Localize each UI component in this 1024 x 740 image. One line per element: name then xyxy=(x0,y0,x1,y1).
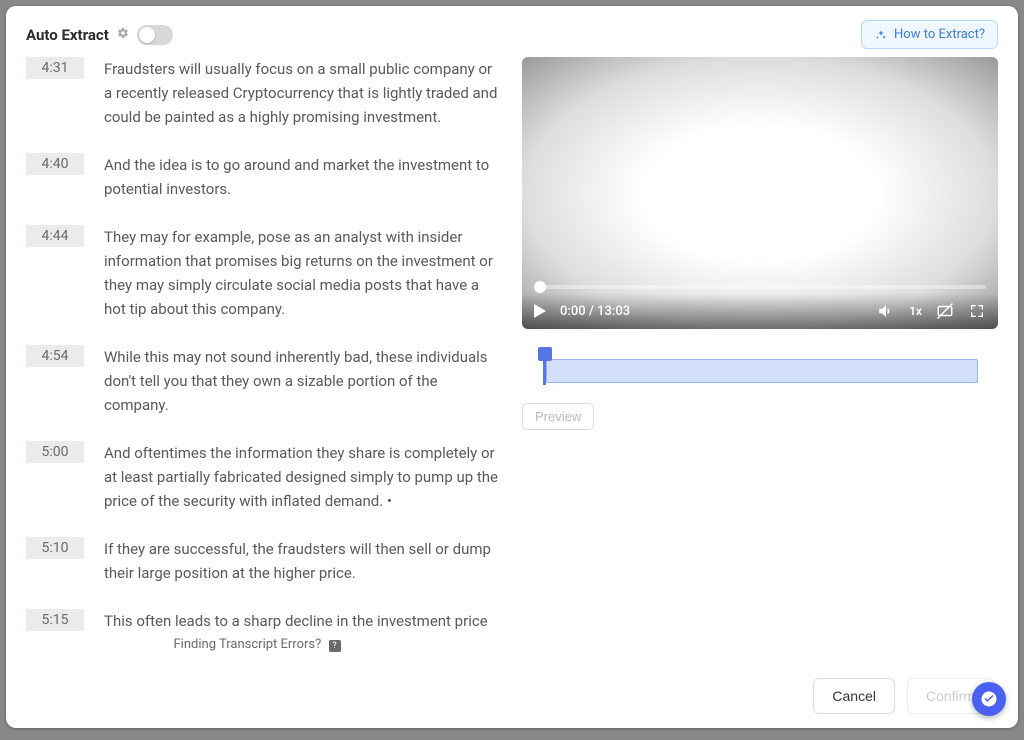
transcript-row: 4:44 They may for example, pose as an an… xyxy=(26,225,498,321)
play-button[interactable] xyxy=(534,304,546,318)
timestamp[interactable]: 5:00 xyxy=(26,441,84,463)
transcript-errors-link[interactable]: Finding Transcript Errors? ? xyxy=(6,631,508,664)
transcript-row: 5:10 If they are successful, the fraudst… xyxy=(26,537,498,585)
current-time: 0:00 xyxy=(560,304,586,319)
time-display: 0:00 / 13:03 xyxy=(560,304,630,319)
playhead-marker[interactable] xyxy=(538,347,552,361)
timestamp[interactable]: 5:10 xyxy=(26,537,84,559)
video-pane: 0:00 / 13:03 1x xyxy=(508,57,1018,664)
app-window: Auto Extract How to Extract? 4:31 Frauds… xyxy=(6,6,1018,728)
timestamp[interactable]: 4:40 xyxy=(26,153,84,175)
auto-extract-toggle[interactable] xyxy=(137,25,173,45)
transcript-row: 4:31 Fraudsters will usually focus on a … xyxy=(26,57,498,129)
timestamp[interactable]: 5:15 xyxy=(26,609,84,631)
timestamp[interactable]: 4:44 xyxy=(26,225,84,247)
clip-timeline[interactable] xyxy=(522,347,998,385)
transcript-text[interactable]: They may for example, pose as an analyst… xyxy=(104,225,498,321)
transcript-text[interactable]: And the idea is to go around and market … xyxy=(104,153,498,201)
assistant-fab[interactable] xyxy=(972,682,1006,716)
transcript-text[interactable]: If they are successful, the fraudsters w… xyxy=(104,537,498,585)
captions-icon[interactable] xyxy=(936,302,954,320)
seek-bar[interactable] xyxy=(534,285,986,289)
timestamp[interactable]: 4:54 xyxy=(26,345,84,367)
video-controls: 0:00 / 13:03 1x xyxy=(522,293,998,329)
playback-speed[interactable]: 1x xyxy=(909,304,922,318)
page-title: Auto Extract xyxy=(26,26,109,44)
transcript-row: 4:40 And the idea is to go around and ma… xyxy=(26,153,498,201)
how-to-label: How to Extract? xyxy=(894,27,985,42)
transcript-row: 4:54 While this may not sound inherently… xyxy=(26,345,498,417)
video-player[interactable]: 0:00 / 13:03 1x xyxy=(522,57,998,329)
transcript-errors-label: Finding Transcript Errors? xyxy=(174,637,322,652)
footer: Cancel Confirm xyxy=(6,664,1018,728)
transcript-text[interactable]: This often leads to a sharp decline in t… xyxy=(104,609,498,631)
help-icon: ? xyxy=(329,640,341,652)
cancel-button[interactable]: Cancel xyxy=(813,678,895,714)
transcript-row: 5:00 And oftentimes the information they… xyxy=(26,441,498,513)
timestamp[interactable]: 4:31 xyxy=(26,57,84,79)
gear-icon[interactable] xyxy=(117,27,129,42)
transcript-text[interactable]: And oftentimes the information they shar… xyxy=(104,441,498,513)
transcript-text[interactable]: While this may not sound inherently bad,… xyxy=(104,345,498,417)
fullscreen-icon[interactable] xyxy=(968,302,986,320)
clip-segment[interactable] xyxy=(546,359,978,383)
how-to-extract-button[interactable]: How to Extract? xyxy=(861,20,998,49)
transcript-row: 5:15 This often leads to a sharp decline… xyxy=(26,609,498,631)
header: Auto Extract How to Extract? xyxy=(6,6,1018,57)
transcript-list[interactable]: 4:31 Fraudsters will usually focus on a … xyxy=(6,57,508,631)
header-left: Auto Extract xyxy=(26,25,173,45)
preview-button[interactable]: Preview xyxy=(522,403,594,430)
transcript-text[interactable]: Fraudsters will usually focus on a small… xyxy=(104,57,498,129)
main-content: 4:31 Fraudsters will usually focus on a … xyxy=(6,57,1018,664)
transcript-pane: 4:31 Fraudsters will usually focus on a … xyxy=(6,57,508,664)
volume-icon[interactable] xyxy=(877,302,895,320)
duration: 13:03 xyxy=(597,304,630,319)
sparkle-icon xyxy=(874,28,888,42)
